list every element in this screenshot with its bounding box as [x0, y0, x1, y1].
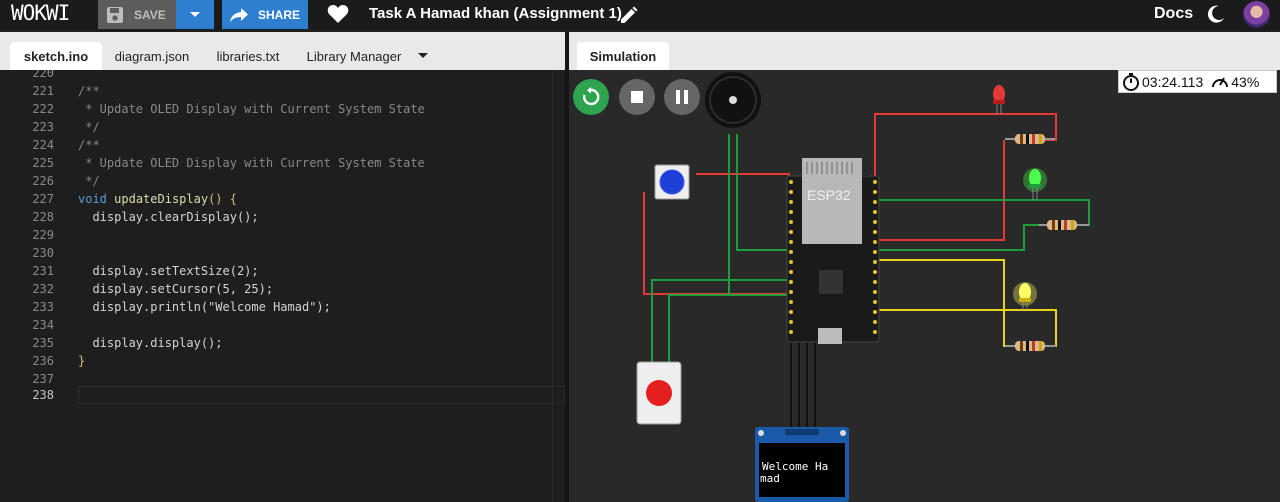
wire-green[interactable]: [875, 224, 1039, 251]
code-line: 231 display.setTextSize(2);: [32, 264, 259, 278]
save-button-label: SAVE: [134, 7, 166, 22]
share-arrow-icon: [230, 7, 248, 22]
floppy-disk-icon: [107, 6, 123, 23]
save-options-dropdown[interactable]: [176, 0, 214, 29]
wire-red[interactable]: [696, 173, 790, 190]
led-green[interactable]: [1023, 168, 1047, 200]
wokwi-app: WOKWI SAVE SHARE Task A Hamad khan (Assi…: [0, 0, 1280, 502]
wire-green[interactable]: [651, 279, 789, 362]
avatar[interactable]: [1243, 1, 1270, 28]
top-bar: WOKWI SAVE SHARE Task A Hamad khan (Assi…: [0, 0, 1280, 29]
resistor[interactable]: [1005, 134, 1055, 144]
wire-yellow[interactable]: [875, 259, 1014, 347]
moon-icon[interactable]: [1206, 4, 1226, 24]
oled-display[interactable]: Welcome Ha mad: [755, 427, 849, 502]
wire-red[interactable]: [875, 140, 1005, 241]
code-line: 222 * Update OLED Display with Current S…: [32, 102, 425, 116]
simulation-tab-bar: Simulation: [569, 32, 1280, 70]
code-line: 233 display.println("Welcome Hamad");: [32, 300, 331, 314]
code-editor[interactable]: 220 221/** 222 * Update OLED Display wit…: [0, 70, 565, 502]
wire-green[interactable]: [668, 294, 789, 362]
circuit-diagram[interactable]: ESP32 Welcome Ha mad: [569, 70, 1280, 502]
led-yellow[interactable]: [1013, 282, 1037, 310]
code-line: 224/**: [32, 138, 100, 152]
pushbutton-blue[interactable]: [654, 164, 690, 200]
code-line: 235 display.display();: [32, 336, 223, 350]
code-void-update-display: void updateDisplay() {: [78, 192, 237, 206]
tab-library-manager[interactable]: Library Manager: [300, 42, 408, 70]
esp32-chip-label: ESP32: [807, 187, 851, 203]
wokwi-logo[interactable]: WOKWI: [11, 1, 70, 25]
share-button-label: SHARE: [258, 7, 301, 22]
chevron-down-icon: [190, 11, 200, 17]
heart-icon[interactable]: [327, 4, 349, 24]
resistor[interactable]: [1039, 220, 1089, 230]
code-line: 232 display.setCursor(5, 25);: [32, 282, 274, 296]
code-line-current: 238: [0, 386, 565, 404]
code-line: 225 * Update OLED Display with Current S…: [32, 156, 425, 170]
led-red[interactable]: [993, 85, 1005, 114]
project-title: Task A Hamad khan (Assignment 1): [369, 5, 622, 22]
tab-overflow-menu[interactable]: [414, 42, 432, 70]
code-line: 236}: [32, 354, 86, 368]
resistor[interactable]: [1005, 341, 1056, 351]
code-line: 227 void updateDisplay() {: [32, 192, 237, 206]
code-line: 226 */: [32, 174, 100, 188]
editor-scrollbar[interactable]: [552, 70, 553, 502]
code-line: 229: [32, 228, 54, 242]
code-line: 220: [32, 70, 54, 80]
simulation-canvas[interactable]: 03:24.113 43% ESP32 Welcome Ha mad: [569, 70, 1280, 502]
tab-libraries-txt[interactable]: libraries.txt: [205, 42, 291, 70]
code-line: 230: [32, 246, 54, 260]
tab-simulation[interactable]: Simulation: [577, 42, 669, 70]
docs-link[interactable]: Docs: [1154, 5, 1193, 23]
save-button[interactable]: SAVE: [98, 0, 176, 29]
chevron-down-icon: [418, 53, 428, 58]
tab-diagram-json[interactable]: diagram.json: [108, 42, 196, 70]
pushbutton-red[interactable]: [636, 361, 682, 425]
code-line: 234: [32, 318, 54, 332]
wire-yellow[interactable]: [875, 309, 1057, 347]
oled-text-line-2: mad: [760, 472, 780, 485]
code-line: 228 display.clearDisplay();: [32, 210, 259, 224]
pencil-icon[interactable]: [620, 6, 638, 24]
buzzer[interactable]: [705, 72, 761, 128]
share-button[interactable]: SHARE: [222, 0, 308, 29]
editor-tab-bar: sketch.ino diagram.json libraries.txt Li…: [0, 32, 565, 70]
esp32-board[interactable]: ESP32: [786, 158, 880, 344]
wire-red[interactable]: [643, 190, 790, 295]
wire-green[interactable]: [736, 134, 789, 251]
code-line: 223 */: [32, 120, 100, 134]
tab-sketch-ino[interactable]: sketch.ino: [10, 42, 102, 70]
code-line: 221/**: [32, 84, 100, 98]
